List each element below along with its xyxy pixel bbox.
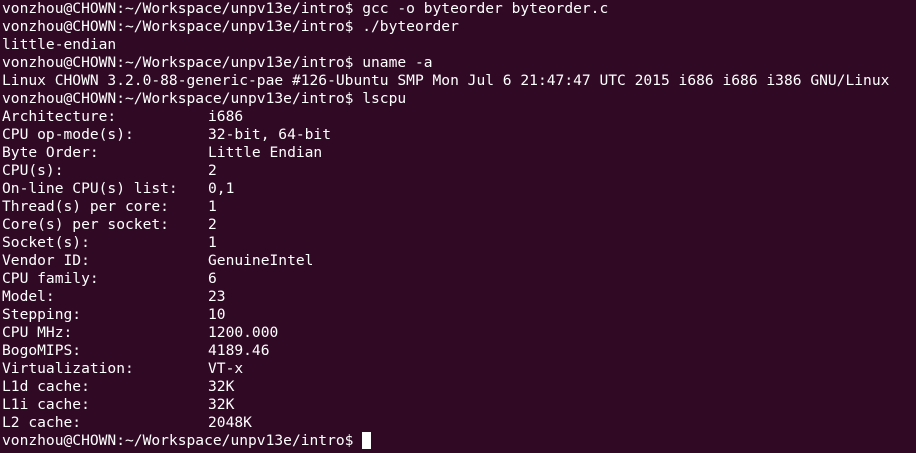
- lscpu-key: On-line CPU(s) list:: [2, 180, 178, 197]
- lscpu-row: L1i cache: 32K: [2, 396, 916, 414]
- lscpu-value: i686: [208, 108, 244, 125]
- lscpu-value: 32K: [208, 396, 235, 413]
- lscpu-value: 0,1: [208, 180, 235, 197]
- terminal-line: vonzhou@CHOWN:~/Workspace/unpv13e/intro$…: [2, 90, 407, 107]
- lscpu-value: 23: [208, 288, 226, 305]
- terminal-window[interactable]: vonzhou@CHOWN:~/Workspace/unpv13e/intro$…: [0, 0, 916, 453]
- terminal-line: vonzhou@CHOWN:~/Workspace/unpv13e/intro$…: [2, 54, 433, 71]
- terminal-line: Linux CHOWN 3.2.0-88-generic-pae #126-Ub…: [2, 72, 890, 89]
- lscpu-key: CPU op-mode(s):: [2, 126, 134, 143]
- lscpu-key: Virtualization:: [2, 360, 134, 377]
- lscpu-value: VT-x: [208, 360, 244, 377]
- current-prompt-line[interactable]: vonzhou@CHOWN:~/Workspace/unpv13e/intro$: [2, 432, 916, 450]
- lscpu-key: L1d cache:: [2, 378, 90, 395]
- lscpu-key: Model:: [2, 288, 55, 305]
- lscpu-key: Byte Order:: [2, 144, 99, 161]
- lscpu-row: Virtualization: VT-x: [2, 360, 916, 378]
- lscpu-row: Stepping: 10: [2, 306, 916, 324]
- lscpu-value: 6: [208, 270, 217, 287]
- lscpu-row: CPU family: 6: [2, 270, 916, 288]
- lscpu-key: Socket(s):: [2, 234, 90, 251]
- lscpu-key: CPU family:: [2, 270, 99, 287]
- lscpu-row: L2 cache: 2048K: [2, 414, 916, 432]
- terminal-line: little-endian: [2, 36, 117, 53]
- lscpu-output: Architecture: i686 CPU op-mode(s): 32-bit,…: [2, 108, 916, 432]
- terminal-line: vonzhou@CHOWN:~/Workspace/unpv13e/intro$…: [2, 18, 459, 35]
- lscpu-value: 1: [208, 234, 217, 251]
- lscpu-value: 2: [208, 162, 217, 179]
- lscpu-value: 4189.46: [208, 342, 270, 359]
- lscpu-row: Thread(s) per core: 1: [2, 198, 916, 216]
- output-lines: vonzhou@CHOWN:~/Workspace/unpv13e/intro$…: [2, 0, 916, 108]
- lscpu-key: CPU(s):: [2, 162, 64, 179]
- lscpu-key: Thread(s) per core:: [2, 198, 169, 215]
- terminal-line: vonzhou@CHOWN:~/Workspace/unpv13e/intro$…: [2, 0, 609, 17]
- lscpu-row: On-line CPU(s) list: 0,1: [2, 180, 916, 198]
- lscpu-key: Core(s) per socket:: [2, 216, 169, 233]
- lscpu-row: Architecture: i686: [2, 108, 916, 126]
- lscpu-value: GenuineIntel: [208, 252, 314, 269]
- lscpu-value: Little Endian: [208, 144, 323, 161]
- lscpu-row: CPU op-mode(s): 32-bit, 64-bit: [2, 126, 916, 144]
- lscpu-value: 1: [208, 198, 217, 215]
- text-cursor: [362, 432, 372, 449]
- lscpu-value: 10: [208, 306, 226, 323]
- lscpu-row: L1d cache: 32K: [2, 378, 916, 396]
- lscpu-key: Architecture:: [2, 108, 117, 125]
- lscpu-key: BogoMIPS:: [2, 342, 82, 359]
- lscpu-key: L1i cache:: [2, 396, 90, 413]
- lscpu-value: 32K: [208, 378, 235, 395]
- lscpu-row: CPU(s): 2: [2, 162, 916, 180]
- lscpu-key: CPU MHz:: [2, 324, 73, 341]
- lscpu-value: 2048K: [208, 414, 252, 431]
- lscpu-row: Byte Order: Little Endian: [2, 144, 916, 162]
- lscpu-value: 2: [208, 216, 217, 233]
- lscpu-row: CPU MHz: 1200.000: [2, 324, 916, 342]
- lscpu-value: 32-bit, 64-bit: [208, 126, 332, 143]
- shell-prompt: vonzhou@CHOWN:~/Workspace/unpv13e/intro$: [2, 432, 363, 449]
- lscpu-key: Vendor ID:: [2, 252, 90, 269]
- lscpu-row: Socket(s): 1: [2, 234, 916, 252]
- lscpu-value: 1200.000: [208, 324, 279, 341]
- lscpu-row: Vendor ID: GenuineIntel: [2, 252, 916, 270]
- lscpu-row: BogoMIPS: 4189.46: [2, 342, 916, 360]
- lscpu-row: Model: 23: [2, 288, 916, 306]
- lscpu-row: Core(s) per socket: 2: [2, 216, 916, 234]
- lscpu-key: L2 cache:: [2, 414, 82, 431]
- lscpu-key: Stepping:: [2, 306, 82, 323]
